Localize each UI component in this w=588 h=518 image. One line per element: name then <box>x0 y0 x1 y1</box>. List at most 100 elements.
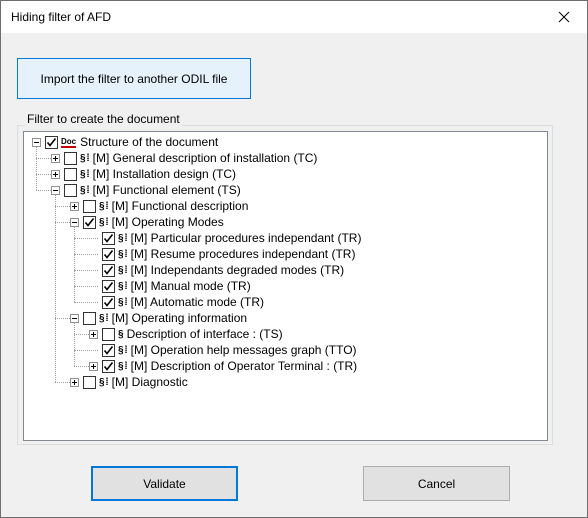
tree-connector <box>74 366 89 367</box>
checkmark-icon <box>103 249 114 259</box>
tree-node[interactable]: § ⁞ [M] Operating information <box>70 310 247 326</box>
expand-icon[interactable] <box>51 169 60 179</box>
checkmark-icon <box>103 233 114 243</box>
expand-icon[interactable] <box>70 201 79 211</box>
tree-connector <box>36 158 51 159</box>
tree-node[interactable]: § ⁞ [M] Description of Operator Terminal … <box>89 358 357 374</box>
tree-checkbox[interactable] <box>83 311 96 325</box>
tree-connector <box>36 190 51 191</box>
checkmark-icon <box>103 361 114 371</box>
tree-node-label: [M] Functional element (TS) <box>92 183 241 197</box>
checkmark-icon <box>103 265 114 275</box>
tree-checkbox[interactable] <box>102 247 115 261</box>
tree-node[interactable]: § ⁞ [M] Installation design (TC) <box>51 166 236 182</box>
tree-checkbox[interactable] <box>102 295 115 309</box>
section-icon: § ⁞ <box>99 216 109 228</box>
tree-node[interactable]: § ⁞ [M] Functional description <box>70 198 248 214</box>
tree-node-label: [M] Manual mode (TR) <box>130 279 251 293</box>
tree-connector <box>55 382 70 383</box>
section-icon: § ⁞ <box>80 152 90 164</box>
validate-button[interactable]: Validate <box>91 466 238 501</box>
section-icon: § ⁞ <box>118 232 128 244</box>
tree-checkbox[interactable] <box>102 279 115 293</box>
tree-node[interactable]: § ⁞ [M] Particular procedures independant… <box>89 230 361 246</box>
collapse-icon[interactable] <box>70 217 79 227</box>
section-icon: § <box>118 328 123 340</box>
tree-node-label: Description of interface : (TS) <box>126 327 283 341</box>
expand-icon[interactable] <box>51 153 60 163</box>
tree-node-label: [M] Diagnostic <box>111 375 188 389</box>
dialog-window: Hiding filter of AFD Import the filter t… <box>0 0 588 518</box>
tree-node-label: Structure of the document <box>80 135 219 149</box>
tree-node[interactable]: § ⁞ [M] Functional element (TS) <box>51 182 241 198</box>
tree-checkbox[interactable] <box>83 215 96 229</box>
tree-connector <box>74 334 89 335</box>
tree-node-label: [M] Operating Modes <box>111 215 224 229</box>
close-icon <box>558 11 570 23</box>
tree-node[interactable]: Doc Structure of the document <box>32 134 218 150</box>
section-icon: § ⁞ <box>99 312 109 324</box>
section-icon: § ⁞ <box>80 168 90 180</box>
collapse-icon[interactable] <box>51 185 60 195</box>
expand-icon[interactable] <box>89 329 98 339</box>
tree-node-label: [M] Operating information <box>111 311 248 325</box>
cancel-button[interactable]: Cancel <box>363 466 510 501</box>
tree-checkbox[interactable] <box>83 199 96 213</box>
checkmark-icon <box>103 297 114 307</box>
checkmark-icon <box>46 137 57 147</box>
tree-node-label: [M] Automatic mode (TR) <box>130 295 265 309</box>
section-icon: § ⁞ <box>99 376 109 388</box>
tree-checkbox[interactable] <box>102 359 115 373</box>
import-filter-label: Import the filter to another ODIL file <box>40 71 228 86</box>
tree-node-label: [M] Installation design (TC) <box>92 167 237 181</box>
tree-node[interactable]: § ⁞ [M] Resume procedures independant (TR… <box>89 246 355 262</box>
tree-checkbox[interactable] <box>102 327 115 341</box>
tree-node-label: [M] Independants degraded modes (TR) <box>130 263 345 277</box>
section-icon: § ⁞ <box>99 200 109 212</box>
cancel-label: Cancel <box>417 476 456 491</box>
close-button[interactable] <box>541 1 587 33</box>
tree-connector <box>55 318 70 319</box>
filter-tree[interactable]: Doc Structure of the document § ⁞ [M] Gener… <box>23 131 548 441</box>
tree-connector <box>55 206 70 207</box>
tree-node-label: [M] Functional description <box>111 199 249 213</box>
tree-node-label: [M] Particular procedures independant (T… <box>130 231 362 245</box>
section-icon: § ⁞ <box>118 360 128 372</box>
collapse-icon[interactable] <box>32 137 41 147</box>
tree-checkbox[interactable] <box>45 135 58 149</box>
tree-node[interactable]: § Description of interface : (TS) <box>89 326 283 342</box>
tree-node[interactable]: § ⁞ [M] Operating Modes <box>70 214 224 230</box>
tree-checkbox[interactable] <box>102 263 115 277</box>
collapse-icon[interactable] <box>70 313 79 323</box>
expand-icon[interactable] <box>70 377 79 387</box>
tree-node[interactable]: § ⁞ [M] Operation help messages graph (TT… <box>89 342 357 358</box>
window-title: Hiding filter of AFD <box>11 10 112 24</box>
tree-checkbox[interactable] <box>64 183 77 197</box>
checkmark-icon <box>84 217 95 227</box>
tree-node[interactable]: § ⁞ [M] Diagnostic <box>70 374 188 390</box>
section-icon: § ⁞ <box>118 296 128 308</box>
title-bar: Hiding filter of AFD <box>1 1 587 33</box>
expand-icon[interactable] <box>89 361 98 371</box>
checkmark-icon <box>103 281 114 291</box>
tree-connector <box>36 174 51 175</box>
tree-checkbox[interactable] <box>102 343 115 357</box>
tree-node[interactable]: § ⁞ [M] Independants degraded modes (TR) <box>89 262 344 278</box>
tree-node[interactable]: § ⁞ [M] Automatic mode (TR) <box>89 294 264 310</box>
tree-checkbox[interactable] <box>83 375 96 389</box>
section-icon: § ⁞ <box>118 344 128 356</box>
section-icon: § ⁞ <box>80 184 90 196</box>
import-filter-button[interactable]: Import the filter to another ODIL file <box>17 58 251 99</box>
validate-label: Validate <box>143 476 186 491</box>
tree-node[interactable]: § ⁞ [M] General description of installati… <box>51 150 317 166</box>
checkmark-icon <box>103 345 114 355</box>
tree-node-label: [M] General description of installation … <box>92 151 318 165</box>
tree-node-label: [M] Resume procedures independant (TR) <box>130 247 356 261</box>
tree-checkbox[interactable] <box>64 151 77 165</box>
section-icon: § ⁞ <box>118 280 128 292</box>
section-icon: § ⁞ <box>118 248 128 260</box>
tree-checkbox[interactable] <box>64 167 77 181</box>
section-icon: § ⁞ <box>118 264 128 276</box>
tree-node[interactable]: § ⁞ [M] Manual mode (TR) <box>89 278 251 294</box>
tree-checkbox[interactable] <box>102 231 115 245</box>
